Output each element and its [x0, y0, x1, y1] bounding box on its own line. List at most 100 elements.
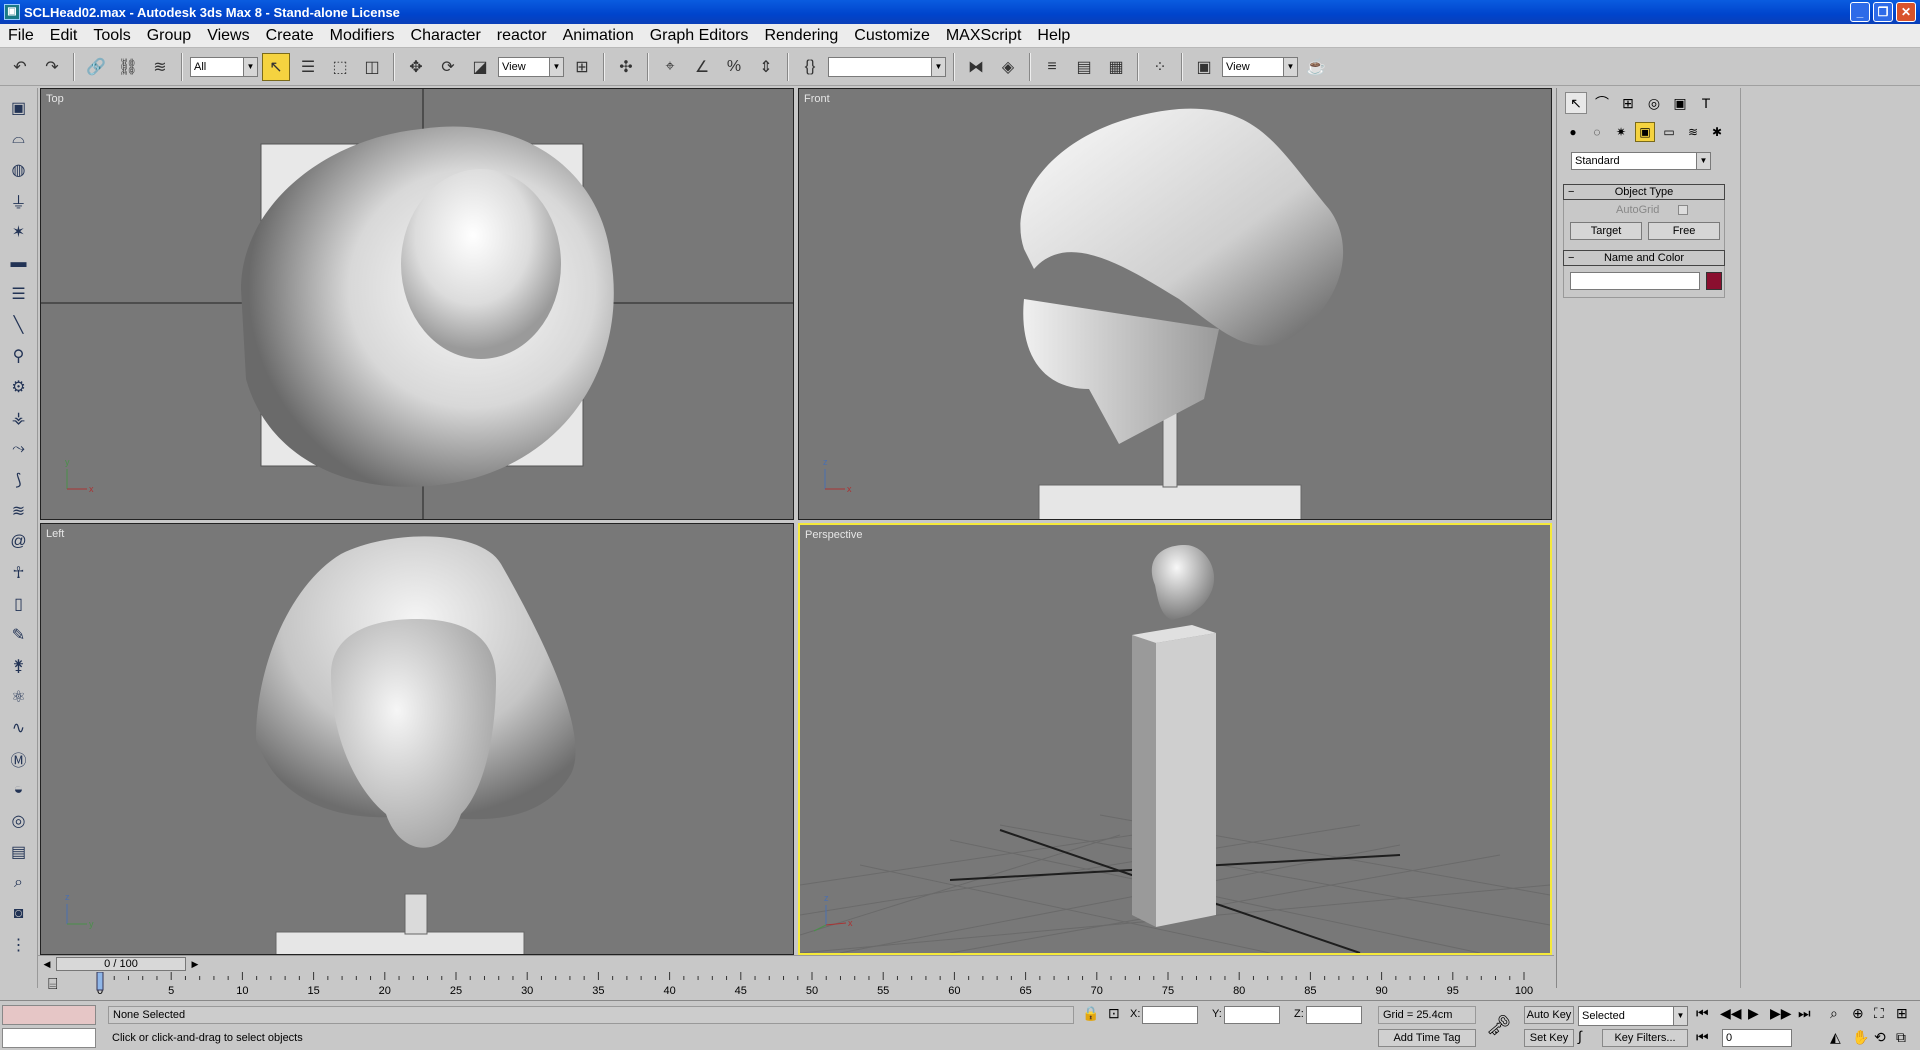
current-frame-field[interactable]: 0 — [1722, 1029, 1792, 1047]
next-frame-arrow-icon[interactable]: ▶ — [188, 957, 202, 971]
zoom-all-icon[interactable]: ⊕ — [1852, 1005, 1864, 1022]
maximize-viewport-icon[interactable]: ⧉ — [1896, 1029, 1906, 1046]
selection-filter-dropdown[interactable]: All ▼ — [190, 56, 258, 77]
search-icon[interactable]: ⌕ — [5, 869, 33, 897]
select-and-link-icon[interactable]: 🔗 — [82, 53, 110, 81]
modify-tab-icon[interactable]: ⌒ — [1591, 92, 1613, 114]
percent-snap-icon[interactable]: % — [720, 53, 748, 81]
unlink-icon[interactable]: ⛓ — [114, 53, 142, 81]
display-tab-icon[interactable]: ▣ — [1669, 92, 1691, 114]
light-icon[interactable]: ▬ — [5, 249, 33, 277]
layer-manager-icon[interactable]: ≡ — [1038, 53, 1066, 81]
next-frame-icon[interactable]: ▶▶ — [1770, 1005, 1792, 1022]
angle-snap-icon[interactable]: ∠ — [688, 53, 716, 81]
viewport-top[interactable]: yx Top — [40, 88, 794, 520]
window-crossing-icon[interactable]: ◫ — [358, 53, 386, 81]
menu-tools[interactable]: Tools — [85, 25, 138, 47]
viewport-label-left[interactable]: Left — [46, 528, 64, 540]
cameras-icon[interactable]: ▣ — [1635, 122, 1655, 142]
track-bar[interactable]: ⌸ 0 5 10 15 20 25 30 35 40 45 50 55 60 65 70 75 80 85 90 95… — [38, 972, 1554, 998]
sphere-icon[interactable]: ◍ — [5, 156, 33, 184]
align-icon[interactable]: ◈ — [994, 53, 1022, 81]
wave-icon[interactable]: ≋ — [5, 497, 33, 525]
render-type-dropdown[interactable]: View ▼ — [1222, 56, 1298, 77]
edit-named-selection-icon[interactable]: {} — [796, 53, 824, 81]
gear-icon[interactable]: ⚙ — [5, 373, 33, 401]
menu-character[interactable]: Character — [403, 25, 489, 47]
close-button[interactable]: ✕ — [1896, 2, 1916, 22]
schematic-view-icon[interactable]: ▦ — [1102, 53, 1130, 81]
tape-icon[interactable]: ╲ — [5, 311, 33, 339]
menu-maxscript[interactable]: MAXScript — [938, 25, 1030, 47]
menu-views[interactable]: Views — [199, 25, 257, 47]
key-filters-button[interactable]: Key Filters... — [1602, 1029, 1688, 1047]
object-name-input[interactable] — [1570, 272, 1700, 290]
utilities-tab-icon[interactable]: T — [1695, 92, 1717, 114]
render-scene-icon[interactable]: ▣ — [1190, 53, 1218, 81]
viewport-left[interactable]: zy Left — [40, 523, 794, 955]
menu-rendering[interactable]: Rendering — [756, 25, 846, 47]
field-of-view-icon[interactable]: ◭ — [1830, 1029, 1841, 1046]
viewport-label-top[interactable]: Top — [46, 93, 64, 105]
spiral-icon[interactable]: @ — [5, 528, 33, 556]
restore-button[interactable]: ❐ — [1873, 2, 1893, 22]
key-mode-dropdown[interactable]: Selected ▼ — [1578, 1006, 1688, 1026]
name-color-rollout-header[interactable]: − Name and Color — [1563, 250, 1725, 266]
mental-ray-icon[interactable]: Ⓜ — [5, 745, 33, 773]
lock-selection-icon[interactable]: 🔒 — [1082, 1005, 1099, 1022]
menu-edit[interactable]: Edit — [42, 25, 86, 47]
autogrid-checkbox[interactable] — [1678, 205, 1688, 215]
reactor-icon[interactable]: ⚛ — [5, 683, 33, 711]
curve-editor-mini-icon[interactable]: ⌸ — [48, 976, 58, 994]
figure-icon[interactable]: ⚵ — [5, 652, 33, 680]
maxscript-listener-mini[interactable] — [2, 1005, 96, 1025]
pan-icon[interactable]: ✋ — [1852, 1029, 1869, 1046]
key-icon[interactable]: 🗝 — [1486, 1013, 1511, 1038]
menu-modifiers[interactable]: Modifiers — [322, 25, 403, 47]
time-slider[interactable]: ◀ 0 / 100 ▶ — [38, 955, 1554, 971]
arc-rotate-icon[interactable]: ⟲ — [1874, 1029, 1886, 1046]
menu-create[interactable]: Create — [258, 25, 322, 47]
default-tangent-icon[interactable]: ∫ — [1578, 1028, 1582, 1044]
frame-ruler[interactable]: 0 5 10 15 20 25 30 35 40 45 50 55 60 65 70 75 80 85 90 95 10… — [94, 972, 1550, 998]
curve-editor-icon[interactable]: ▤ — [1070, 53, 1098, 81]
helpers-icon[interactable]: ▭ — [1659, 122, 1679, 142]
undo-icon[interactable]: ↶ — [6, 53, 34, 81]
object-type-rollout-header[interactable]: − Object Type — [1563, 184, 1725, 200]
menu-customize[interactable]: Customize — [846, 25, 938, 47]
viewport-front[interactable]: zx Front — [798, 88, 1552, 520]
viewport-perspective[interactable]: zx Perspective — [798, 523, 1552, 955]
motion-tab-icon[interactable]: ◎ — [1643, 92, 1665, 114]
zoom-icon[interactable]: ⌕ — [1830, 1005, 1838, 1022]
named-selection-dropdown[interactable]: ▼ — [828, 56, 946, 77]
geometry-icon[interactable]: ● — [1563, 122, 1583, 142]
x-coordinate-field[interactable] — [1142, 1006, 1198, 1024]
play-icon[interactable]: ▶ — [1748, 1005, 1759, 1022]
twist-icon[interactable]: ⟆ — [5, 466, 33, 494]
quick-render-teapot-icon[interactable]: ☕ — [1302, 53, 1330, 81]
mirror-icon[interactable]: ⧓ — [962, 53, 990, 81]
lights-icon[interactable]: ✷ — [1611, 122, 1631, 142]
auto-key-button[interactable]: Auto Key — [1524, 1006, 1574, 1024]
shapes-icon[interactable]: ◌ — [1587, 122, 1607, 142]
previous-frame-icon[interactable]: ◀◀ — [1720, 1005, 1742, 1022]
create-tab-icon[interactable]: ↖ — [1565, 92, 1587, 114]
target-camera-button[interactable]: Target — [1570, 222, 1642, 240]
rectangular-selection-icon[interactable]: ⬚ — [326, 53, 354, 81]
wind-icon[interactable]: ⚶ — [5, 404, 33, 432]
bend-icon[interactable]: ⤳ — [5, 435, 33, 463]
previous-frame-arrow-icon[interactable]: ◀ — [40, 957, 54, 971]
sequence-icon[interactable]: ⋮ — [5, 931, 33, 959]
manipulate-icon[interactable]: ✣ — [612, 53, 640, 81]
reference-coordinate-dropdown[interactable]: View ▼ — [498, 56, 564, 77]
select-and-scale-icon[interactable]: ◪ — [466, 53, 494, 81]
y-coordinate-field[interactable] — [1224, 1006, 1280, 1024]
systems-icon[interactable]: ✱ — [1707, 122, 1727, 142]
select-and-rotate-icon[interactable]: ⟳ — [434, 53, 462, 81]
viewport-label-front[interactable]: Front — [804, 93, 830, 105]
bind-space-warp-icon[interactable]: ≋ — [146, 53, 174, 81]
bone-icon[interactable]: ✶ — [5, 218, 33, 246]
box-icon[interactable]: ▣ — [5, 94, 33, 122]
minimize-button[interactable]: _ — [1850, 2, 1870, 22]
redo-icon[interactable]: ↷ — [38, 53, 66, 81]
